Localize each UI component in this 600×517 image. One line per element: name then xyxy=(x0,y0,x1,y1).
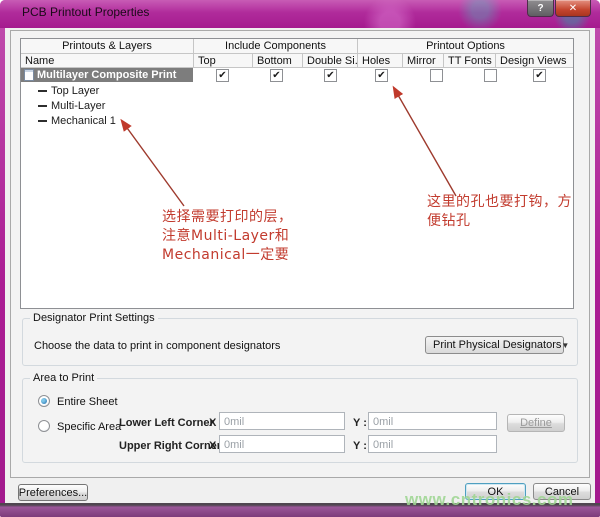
annotation-check-holes: 这里的孔也要打钩，方 便钻孔 xyxy=(427,193,572,231)
area-group-label: Area to Print xyxy=(30,372,97,384)
column-header-name[interactable]: Name xyxy=(21,54,194,68)
entire-sheet-radio[interactable] xyxy=(38,395,50,407)
designator-dropdown[interactable]: Print Physical Designators ▼ xyxy=(425,336,564,354)
watermark: www.cntronics.com xyxy=(405,490,573,510)
column-header-mirror[interactable]: Mirror xyxy=(403,54,444,68)
title-bar[interactable]: PCB Printout Properties xyxy=(0,0,600,28)
layer-color-icon xyxy=(38,105,47,107)
choose-data-label: Choose the data to print in component de… xyxy=(34,340,280,352)
close-icon: ✕ xyxy=(569,3,577,14)
lower-left-x-input[interactable] xyxy=(219,412,345,430)
checkbox-tt-fonts[interactable] xyxy=(484,69,497,82)
column-header-bottom[interactable]: Bottom xyxy=(253,54,303,68)
column-header-tt-fonts[interactable]: TT Fonts xyxy=(444,54,496,68)
printout-name: Multilayer Composite Print xyxy=(37,69,176,81)
printout-row-multilayer-composite[interactable]: Multilayer Composite Print xyxy=(21,68,193,82)
layer-item-multi-layer[interactable]: Multi-Layer xyxy=(38,99,105,113)
window-title: PCB Printout Properties xyxy=(22,5,149,19)
help-button[interactable]: ? xyxy=(527,0,554,17)
group-header-printout-options: Printout Options xyxy=(358,39,573,54)
preferences-button[interactable]: Preferences... xyxy=(18,484,88,501)
checkbox-bottom[interactable]: ✔ xyxy=(270,69,283,82)
specific-area-label: Specific Area xyxy=(57,421,121,433)
column-header-top[interactable]: Top xyxy=(194,54,253,68)
upper-right-corner-label: Upper Right Corner xyxy=(119,440,221,452)
checkbox-mirror[interactable] xyxy=(430,69,443,82)
close-button[interactable]: ✕ xyxy=(555,0,591,17)
table-group-header-row: Printouts & Layers Include Components Pr… xyxy=(21,39,573,54)
column-header-double-side[interactable]: Double Si... xyxy=(303,54,358,68)
column-header-holes[interactable]: Holes xyxy=(358,54,403,68)
column-header-design-views[interactable]: Design Views xyxy=(496,54,573,68)
layer-label: Mechanical 1 xyxy=(51,115,116,127)
layer-color-icon xyxy=(38,120,47,122)
checkbox-double-side[interactable]: ✔ xyxy=(324,69,337,82)
printout-document-icon xyxy=(24,69,34,81)
annotation-select-layers: 选择需要打印的层， 注意Multi-Layer和 Mechanical一定要 xyxy=(162,208,293,265)
layer-color-icon xyxy=(38,90,47,92)
upper-right-y-input[interactable] xyxy=(368,435,497,453)
define-button-label: Define xyxy=(520,417,552,429)
upper-right-x-input[interactable] xyxy=(219,435,345,453)
define-button[interactable]: Define xyxy=(507,414,565,432)
lower-left-y-label: Y : xyxy=(353,417,367,429)
checkbox-design-views[interactable]: ✔ xyxy=(533,69,546,82)
preferences-button-label: Preferences... xyxy=(19,487,87,499)
upper-right-y-label: Y : xyxy=(353,440,367,452)
layer-label: Multi-Layer xyxy=(51,100,105,112)
lower-left-y-input[interactable] xyxy=(368,412,497,430)
checkbox-holes[interactable]: ✔ xyxy=(375,69,388,82)
radio-selected-dot xyxy=(41,398,47,404)
entire-sheet-label: Entire Sheet xyxy=(57,396,118,408)
layer-item-mechanical-1[interactable]: Mechanical 1 xyxy=(38,114,116,128)
help-icon: ? xyxy=(537,3,543,14)
layer-label: Top Layer xyxy=(51,85,99,97)
checkbox-top[interactable]: ✔ xyxy=(216,69,229,82)
group-header-printouts-layers: Printouts & Layers xyxy=(21,39,194,54)
lower-left-corner-label: Lower Left Corner xyxy=(119,417,214,429)
designator-dropdown-value: Print Physical Designators xyxy=(433,339,561,351)
specific-area-radio[interactable] xyxy=(38,420,50,432)
pcb-printout-properties-dialog: PCB Printout Properties ? ✕ Printouts & … xyxy=(0,0,600,517)
group-header-include-components: Include Components xyxy=(194,39,358,54)
layer-item-top-layer[interactable]: Top Layer xyxy=(38,84,99,98)
chevron-down-icon: ▼ xyxy=(561,341,569,350)
table-column-header-row: Name Top Bottom Double Si... Holes Mirro… xyxy=(21,54,573,68)
designator-group-label: Designator Print Settings xyxy=(30,312,158,324)
